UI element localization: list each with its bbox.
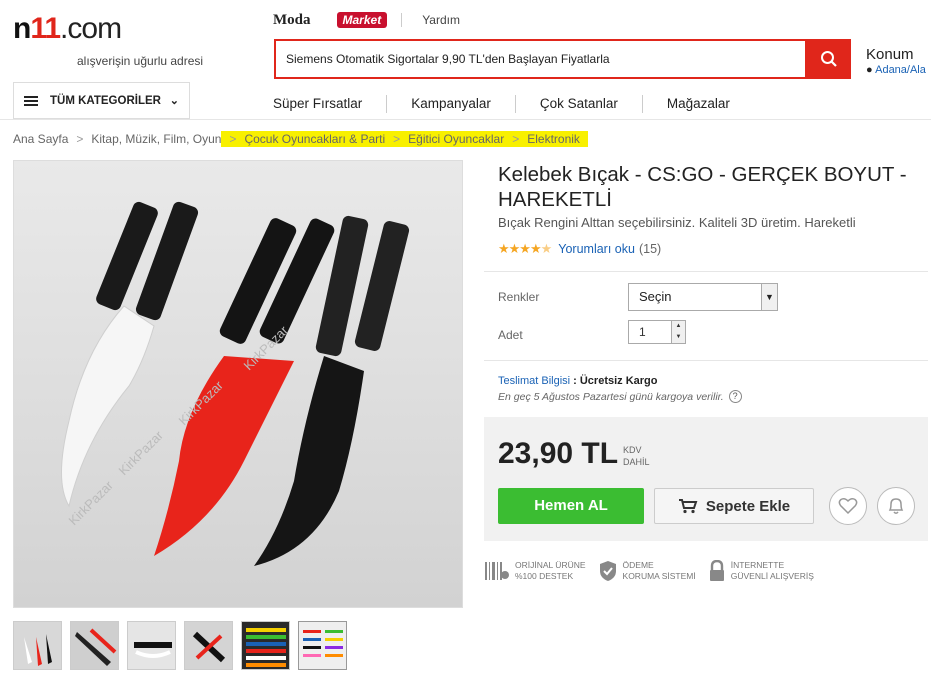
menu-icon <box>24 94 38 108</box>
thumbnail-3[interactable] <box>127 621 176 670</box>
breadcrumb-item[interactable]: Eğitici Oyuncaklar <box>408 131 504 147</box>
divider <box>401 13 403 27</box>
search-button[interactable] <box>807 39 851 79</box>
bell-icon <box>888 498 904 514</box>
watermark-text: KirkPazar <box>116 427 167 478</box>
thumbnail-2[interactable] <box>70 621 119 670</box>
favorite-button[interactable] <box>829 487 867 525</box>
nav-best-sellers[interactable]: Çok Satanlar <box>540 95 643 113</box>
reviews-count: (15) <box>638 242 662 256</box>
thumbnail-6[interactable] <box>298 621 347 670</box>
cart-icon <box>678 499 698 514</box>
product-main-image[interactable]: KirkPazar KirkPazar KirkPazar KirkPazar <box>13 160 463 608</box>
chevron-down-icon: ▼ <box>761 284 777 310</box>
moda-link[interactable]: Moda <box>273 12 311 29</box>
main-nav: Süper Fırsatlar Kampanyalar Çok Satanlar… <box>273 95 778 113</box>
product-title: Kelebek Bıçak - CS:GO - GERÇEK BOYUT - H… <box>498 163 907 211</box>
thumbnail-4[interactable] <box>184 621 233 670</box>
add-to-cart-button[interactable]: Sepete Ekle <box>654 488 814 524</box>
thumbnail-5[interactable] <box>241 621 290 670</box>
nav-stores[interactable]: Mağazalar <box>667 95 754 113</box>
tagline: alışverişin uğurlu adresi <box>77 54 204 68</box>
rating-row: ★★★★★ Yorumları oku (15) <box>498 241 661 257</box>
location-title: Konum <box>866 46 914 63</box>
top-links: Moda Market Yardım <box>273 10 460 30</box>
breadcrumb-item[interactable]: Ana Sayfa <box>13 131 68 147</box>
location-link[interactable]: ● Adana/Ala <box>866 64 926 76</box>
market-link[interactable]: Market <box>336 12 388 28</box>
breadcrumb-separator-icon: > <box>393 132 401 146</box>
help-link[interactable]: Yardım <box>422 13 460 27</box>
quantity-stepper[interactable]: 1 ▲ ▼ <box>628 320 686 344</box>
shield-icon <box>599 561 616 581</box>
price: 23,90 TL <box>498 437 619 470</box>
color-label: Renkler <box>498 290 540 304</box>
breadcrumb-separator-icon: > <box>229 132 237 146</box>
color-select[interactable]: Seçin ▼ <box>628 283 778 311</box>
reviews-link[interactable]: Yorumları oku <box>558 242 635 256</box>
all-categories-button[interactable]: TÜM KATEGORİLER ⌄ <box>13 82 190 119</box>
badge-secure: İNTERNETTE GÜVENLİ ALIŞVERİŞ <box>708 560 814 582</box>
thumbnail-1[interactable] <box>13 621 62 670</box>
help-icon[interactable]: ? <box>728 390 742 403</box>
barcode-icon <box>485 562 509 580</box>
search-input[interactable]: Siemens Otomatik Sigortalar 9,90 TL'den … <box>274 39 807 79</box>
badge-original: ORİJİNAL ÜRÜNE %100 DESTEK <box>484 560 586 582</box>
breadcrumb-item[interactable]: Çocuk Oyuncakları & Parti <box>244 131 385 147</box>
star-rating-icon: ★★★★★ <box>498 241 552 256</box>
spinner-arrows-icon[interactable]: ▲ ▼ <box>671 321 685 343</box>
shipping-value: : Ücretsiz Kargo <box>573 375 658 387</box>
divider <box>484 271 928 272</box>
breadcrumb-separator-icon: > <box>512 132 520 146</box>
trust-badges: ORİJİNAL ÜRÜNE %100 DESTEK ÖDEME KORUMA Sİ… <box>484 560 826 582</box>
breadcrumb: Ana Sayfa > Kitap, Müzik, Film, Oyun > Ç… <box>13 131 588 147</box>
chevron-down-icon: ⌄ <box>169 95 179 107</box>
badge-payment: ÖDEME KORUMA SİSTEMİ <box>598 560 696 582</box>
knives-photo: KirkPazar KirkPazar KirkPazar KirkPazar <box>61 201 410 566</box>
product-subtitle: Bıçak Rengini Alttan seçebilirsiniz. Kal… <box>498 215 856 230</box>
nav-campaigns[interactable]: Kampanyalar <box>411 95 516 113</box>
lock-icon <box>709 560 724 581</box>
header-divider <box>0 119 931 120</box>
search-icon <box>821 51 837 67</box>
nav-super-deals[interactable]: Süper Fırsatlar <box>273 95 388 113</box>
site-logo[interactable]: n11.com <box>13 14 122 44</box>
pin-icon: ● <box>866 64 873 76</box>
breadcrumb-item[interactable]: Elektronik <box>527 131 580 147</box>
shipping-info-link[interactable]: Teslimat Bilgisi <box>498 375 570 387</box>
thumbnail-strip <box>13 621 355 670</box>
shipping-info: Teslimat Bilgisi: Ücretsiz Kargo <box>498 375 658 387</box>
notify-button[interactable] <box>877 487 915 525</box>
heart-icon <box>838 498 858 515</box>
buy-now-button[interactable]: Hemen AL <box>498 488 644 524</box>
vat-note: KDV DAHİL <box>623 445 650 467</box>
breadcrumb-highlight: > Çocuk Oyuncakları & Parti > Eğitici Oy… <box>221 131 588 147</box>
shipping-note: En geç 5 Ağustos Pazartesi günü kargoya … <box>498 390 742 403</box>
breadcrumb-separator-icon: > <box>76 132 84 146</box>
breadcrumb-item[interactable]: Kitap, Müzik, Film, Oyun <box>91 131 221 147</box>
quantity-label: Adet <box>498 328 523 342</box>
divider <box>484 360 928 361</box>
